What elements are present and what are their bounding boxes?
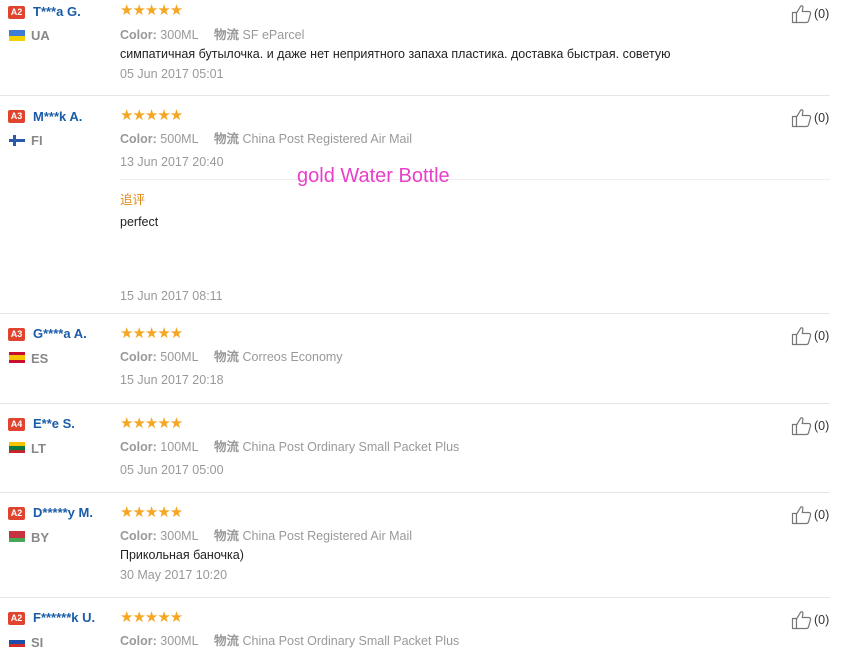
- thumbs-up-icon[interactable]: [791, 326, 813, 346]
- color-label: Color:: [120, 28, 157, 42]
- review-item: A4 E**e S. LT ★★★★★ Color: 100ML 物流 Chin…: [0, 404, 830, 493]
- like-count: (0): [814, 613, 830, 627]
- shipping-value: China Post Registered Air Mail: [242, 529, 413, 543]
- star-rating: ★★★★★: [120, 2, 183, 19]
- order-info: Color: 500ML 物流 Correos Economy: [120, 346, 343, 365]
- followup-text: perfect: [120, 215, 159, 229]
- color-value: 500ML: [160, 132, 199, 146]
- review-item: A3 G****a A. ES ★★★★★ Color: 500ML 物流 Co…: [0, 314, 830, 404]
- like-button[interactable]: (0): [791, 326, 829, 346]
- country-flag-icon: [9, 352, 25, 363]
- like-button[interactable]: (0): [791, 4, 829, 24]
- like-count: (0): [814, 419, 830, 433]
- buyer-level-badge: A3: [8, 110, 25, 123]
- thumbs-up-icon[interactable]: [791, 505, 813, 525]
- star-rating: ★★★★★: [120, 415, 183, 432]
- shipping-label: 物流: [214, 529, 240, 543]
- like-button[interactable]: (0): [791, 108, 829, 128]
- thumbs-up-icon[interactable]: [791, 610, 813, 630]
- color-value: 300ML: [160, 28, 199, 42]
- color-label: Color:: [120, 529, 157, 543]
- shipping-value: SF eParcel: [242, 28, 305, 42]
- color-label: Color:: [120, 440, 157, 454]
- country-code: FI: [31, 133, 43, 148]
- like-button[interactable]: (0): [791, 416, 829, 436]
- star-rating: ★★★★★: [120, 609, 183, 626]
- review-item: A3 M***k A. FI ★★★★★ Color: 500ML 物流 Chi…: [0, 96, 830, 314]
- thumbs-up-icon[interactable]: [791, 416, 813, 436]
- shipping-value: China Post Ordinary Small Packet Plus: [242, 634, 460, 648]
- star-rating: ★★★★★: [120, 107, 183, 124]
- like-count: (0): [814, 329, 830, 343]
- followup-divider: [120, 179, 830, 180]
- country-code: LT: [31, 441, 46, 456]
- buyer-name: D*****y M.: [33, 505, 93, 520]
- like-button[interactable]: (0): [791, 610, 829, 630]
- shipping-label: 物流: [214, 440, 240, 454]
- country-flag-icon: [9, 442, 25, 453]
- review-date: 05 Jun 2017 05:01: [120, 67, 224, 81]
- review-date: 30 May 2017 10:20: [120, 568, 228, 582]
- buyer-name: F******k U.: [33, 610, 96, 625]
- review-text: симпатичная бутылочка. и даже нет неприя…: [120, 47, 671, 61]
- buyer-level-badge: A2: [8, 612, 25, 625]
- color-value: 100ML: [160, 440, 199, 454]
- buyer-name: G****a A.: [33, 326, 87, 341]
- followup-label: 追评: [120, 193, 146, 207]
- country-flag-icon: [9, 636, 25, 647]
- review-date: 15 Jun 2017 20:18: [120, 373, 224, 387]
- review-item: A2 T***a G. UA ★★★★★ Color: 300ML 物流 SF …: [0, 0, 830, 96]
- buyer-level-badge: A2: [8, 6, 25, 19]
- country-code: ES: [31, 351, 49, 366]
- order-info: Color: 300ML 物流 China Post Ordinary Smal…: [120, 630, 459, 649]
- buyer-name: E**e S.: [33, 416, 75, 431]
- country-code: UA: [31, 28, 50, 43]
- country-code: BY: [31, 530, 50, 545]
- order-info: Color: 500ML 物流 China Post Registered Ai…: [120, 128, 412, 147]
- color-label: Color:: [120, 132, 157, 146]
- followup-date: 15 Jun 2017 08:11: [120, 289, 223, 303]
- buyer-level-badge: A3: [8, 328, 25, 341]
- shipping-label: 物流: [214, 634, 240, 648]
- like-count: (0): [814, 7, 830, 21]
- color-label: Color:: [120, 350, 157, 364]
- star-rating: ★★★★★: [120, 504, 183, 521]
- color-value: 300ML: [160, 634, 199, 648]
- thumbs-up-icon[interactable]: [791, 108, 813, 128]
- color-label: Color:: [120, 634, 157, 648]
- country-flag-icon: [9, 135, 25, 146]
- review-date: 13 Jun 2017 20:40: [120, 155, 224, 169]
- shipping-value: Correos Economy: [242, 350, 343, 364]
- like-button[interactable]: (0): [791, 505, 829, 525]
- color-value: 300ML: [160, 529, 199, 543]
- product-watermark: gold Water Bottle: [297, 165, 450, 187]
- shipping-value: China Post Registered Air Mail: [242, 132, 413, 146]
- review-item: A2 D*****y M. BY ★★★★★ Color: 300ML 物流 C…: [0, 493, 830, 598]
- review-item: A2 F******k U. SI ★★★★★ Color: 300ML 物流 …: [0, 598, 830, 650]
- review-date: 05 Jun 2017 05:00: [120, 463, 224, 477]
- color-value: 500ML: [160, 350, 199, 364]
- country-flag-icon: [9, 531, 25, 542]
- country-flag-icon: [9, 30, 25, 41]
- shipping-label: 物流: [214, 28, 240, 42]
- review-text: Прикольная баночка): [120, 548, 244, 562]
- thumbs-up-icon[interactable]: [791, 4, 813, 24]
- order-info: Color: 300ML 物流 China Post Registered Ai…: [120, 525, 412, 544]
- order-info: Color: 300ML 物流 SF eParcel: [120, 24, 304, 43]
- buyer-name: M***k A.: [33, 109, 83, 124]
- order-info: Color: 100ML 物流 China Post Ordinary Smal…: [120, 436, 459, 455]
- like-count: (0): [814, 508, 830, 522]
- star-rating: ★★★★★: [120, 325, 183, 342]
- like-count: (0): [814, 111, 830, 125]
- shipping-value: China Post Ordinary Small Packet Plus: [242, 440, 460, 454]
- buyer-level-badge: A4: [8, 418, 25, 431]
- shipping-label: 物流: [214, 132, 240, 146]
- buyer-level-badge: A2: [8, 507, 25, 520]
- shipping-label: 物流: [214, 350, 240, 364]
- buyer-name: T***a G.: [33, 4, 81, 19]
